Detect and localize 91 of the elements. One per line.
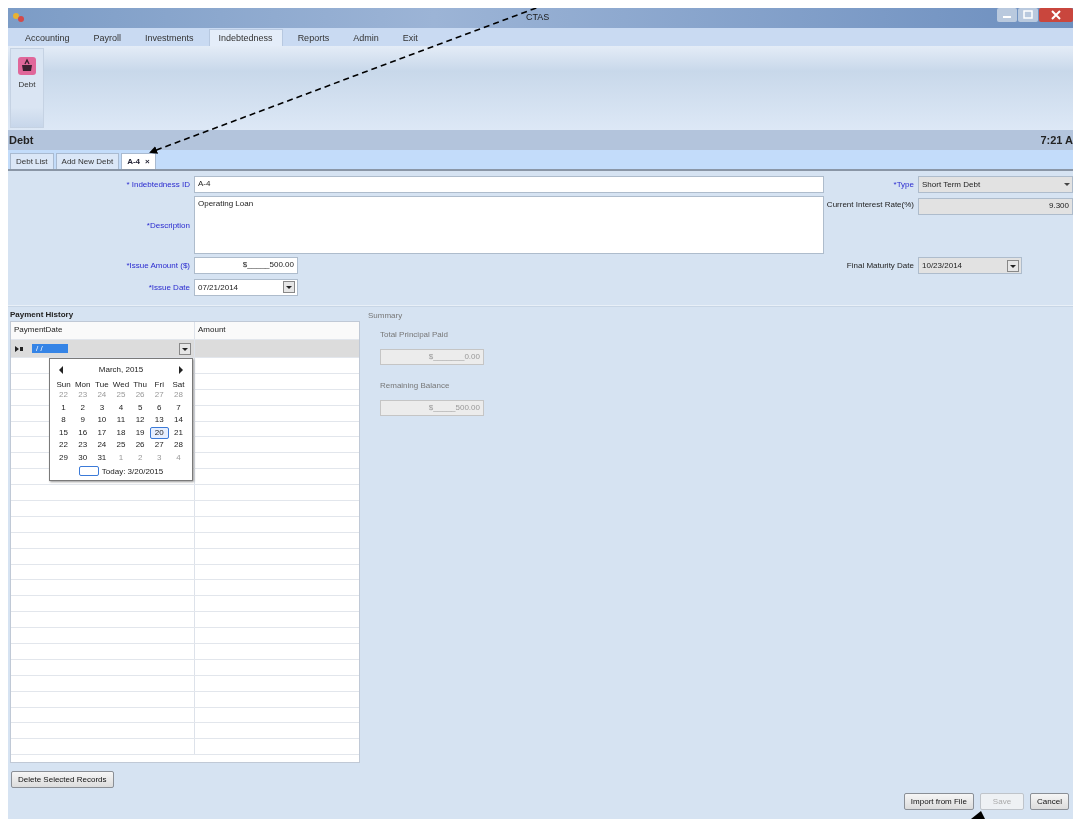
section-title: Payment History (10, 309, 75, 321)
field-label: *Description (145, 220, 191, 230)
document-tab[interactable]: Add New Debt (55, 153, 120, 169)
action-button[interactable]: Cancel (1030, 793, 1069, 810)
calendar-day[interactable]: 4 (111, 401, 131, 414)
section-title: Summary (368, 311, 403, 320)
field-label: * Indebtedness ID (125, 180, 191, 189)
field-label: *Type (892, 180, 915, 189)
calendar-day[interactable]: 7 (168, 401, 188, 414)
weekday-label: Thu (132, 380, 149, 389)
dropdown-icon[interactable] (283, 281, 295, 293)
field-label: Total Principal Paid (380, 330, 449, 339)
close-tab-icon[interactable]: × (145, 157, 150, 166)
summary-field: $_____500.00 (380, 400, 484, 416)
calendar-day[interactable]: 21 (168, 426, 188, 439)
calendar-day[interactable]: 15 (54, 426, 74, 439)
calendar-day[interactable]: 25 (111, 439, 131, 452)
calendar-day[interactable]: 31 (92, 451, 112, 464)
calendar-day[interactable]: 30 (73, 451, 93, 464)
window-title: CTAS (526, 12, 550, 22)
menu-tab[interactable]: Accounting (16, 30, 79, 46)
calendar-day[interactable]: 6 (149, 401, 169, 414)
calendar-day[interactable]: 26 (130, 439, 150, 452)
weekday-label: Sun (55, 380, 72, 389)
summary-field: $_______0.00 (380, 349, 484, 365)
field-label: *Issue Date (147, 282, 191, 292)
column-header[interactable]: Amount (195, 322, 359, 339)
indebtedness-id-field[interactable]: A-4 (194, 176, 824, 193)
menu-tab[interactable]: Investments (136, 30, 203, 46)
weekday-label: Wed (111, 380, 131, 389)
calendar-day[interactable]: 12 (130, 414, 150, 427)
previous-month-icon[interactable] (58, 365, 64, 374)
type-dropdown[interactable]: Short Term Debt (918, 176, 1073, 193)
document-tab[interactable]: A-4 × (121, 153, 156, 169)
field-label: Current Interest Rate(%) (825, 199, 915, 209)
calendar-day[interactable]: 22 (54, 439, 74, 452)
debt-button[interactable]: Debt (10, 48, 44, 128)
weekday-label: Sat (171, 380, 186, 389)
section-title: Debt (9, 134, 34, 146)
calendar-month: March, 2015 (98, 365, 144, 374)
calendar-day[interactable]: 10 (92, 414, 112, 427)
close-button[interactable] (1039, 8, 1073, 22)
action-button[interactable]: Import from File (903, 793, 974, 810)
menu-tab[interactable]: Exit (393, 30, 427, 46)
menu-tab[interactable]: Admin (344, 30, 388, 46)
calendar-day[interactable]: 23 (73, 439, 93, 452)
calendar-day[interactable]: 8 (54, 414, 74, 427)
menu-tab[interactable]: Payroll (84, 30, 131, 46)
column-header[interactable]: PaymentDate (11, 322, 195, 339)
weekday-label: Mon (73, 380, 92, 389)
calendar-day[interactable]: 1 (54, 401, 74, 414)
calendar-day[interactable]: 18 (111, 426, 131, 439)
calendar-day[interactable]: 27 (149, 439, 169, 452)
calendar-day[interactable]: 11 (111, 414, 131, 427)
new-row-icon (14, 344, 24, 353)
calendar-day[interactable]: 17 (92, 426, 112, 439)
today-link[interactable]: Today: 3/20/2015 (101, 466, 164, 476)
calendar-day[interactable]: 5 (130, 401, 150, 414)
calendar-day[interactable]: 14 (168, 414, 188, 427)
calendar-day[interactable]: 13 (149, 414, 169, 427)
calendar-day[interactable]: 28 (168, 439, 188, 452)
basket-icon (18, 57, 36, 75)
calendar-day[interactable]: 16 (73, 426, 93, 439)
calendar-day[interactable]: 19 (130, 426, 150, 439)
calendar-day[interactable]: 9 (73, 414, 93, 427)
calendar-day[interactable]: 20 (149, 426, 169, 439)
field-label: Final Maturity Date (845, 261, 915, 270)
delete-button[interactable]: Delete Selected Records (11, 771, 114, 788)
document-tab[interactable]: Debt List (10, 153, 54, 169)
dropdown-icon[interactable] (179, 342, 191, 355)
calendar-day[interactable]: 24 (92, 439, 112, 452)
calendar-day[interactable]: 29 (54, 451, 74, 464)
today-marker-icon (78, 466, 99, 476)
menu-tab[interactable]: Indebtedness (208, 29, 283, 46)
dropdown-icon[interactable] (1007, 259, 1019, 272)
clock-time: 7:21 A (1040, 134, 1073, 146)
description-field[interactable]: Operating Loan (194, 196, 824, 254)
calendar-day[interactable]: 3 (92, 401, 112, 414)
menu-tab[interactable]: Reports (288, 30, 339, 46)
next-month-icon[interactable] (178, 365, 184, 374)
issue-date-picker[interactable]: 07/21/2014 (194, 278, 298, 296)
field-label: *Issue Amount ($) (125, 261, 191, 270)
date-editor[interactable]: / / (32, 344, 68, 353)
weekday-label: Tue (94, 380, 110, 389)
interest-rate-field[interactable]: 9.300 (918, 198, 1073, 215)
calendar-day[interactable]: 2 (73, 401, 93, 414)
annotation-arrow-head (971, 811, 985, 819)
weekday-label: Fri (153, 380, 165, 389)
field-label: Remaining Balance (380, 381, 450, 390)
maturity-date-picker[interactable]: 10/23/2014 (918, 257, 1022, 274)
issue-amount-field[interactable]: $_____500.00 (194, 257, 298, 274)
